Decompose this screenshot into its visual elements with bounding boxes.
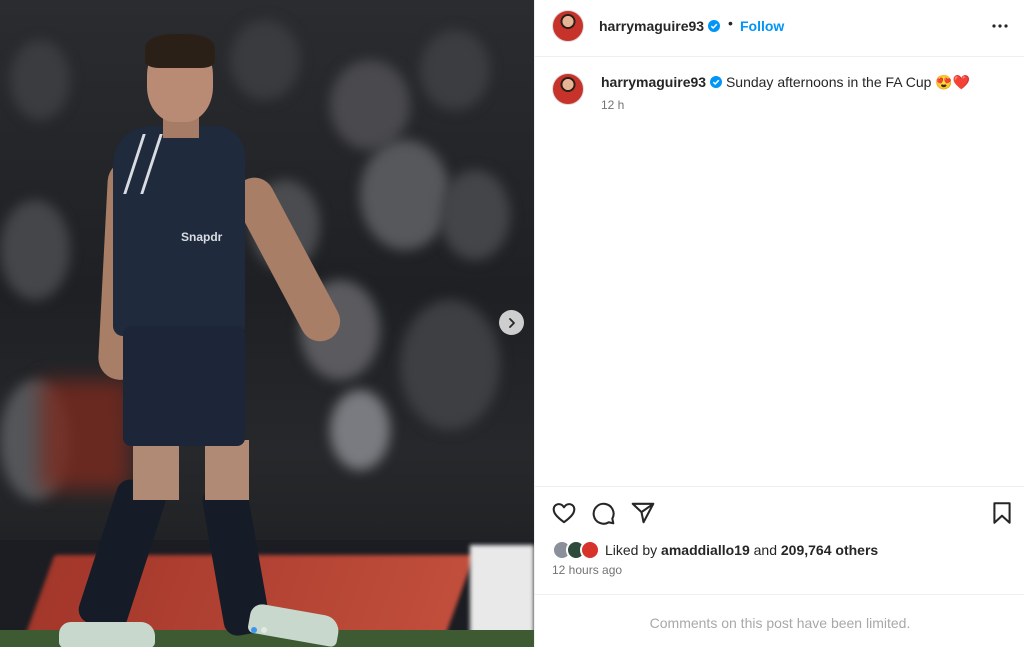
avatar[interactable] (552, 10, 584, 42)
liker-avatar[interactable] (580, 540, 600, 560)
caption-text: Sunday afternoons in the FA Cup 😍❤️ (725, 74, 971, 90)
caption-avatar[interactable] (552, 73, 584, 105)
comments-limited-notice: Comments on this post have been limited. (649, 615, 911, 631)
post-side-panel: harrymaguire93 • Follow harrymaguire93 S… (534, 0, 1024, 647)
verified-badge-icon (708, 20, 721, 32)
comments-area: Comments on this post have been limited. (535, 594, 1024, 647)
chevron-right-icon (508, 317, 515, 328)
heart-icon[interactable] (551, 500, 577, 526)
liked-by-prefix: Liked by (605, 542, 658, 558)
follow-button[interactable]: Follow (740, 18, 784, 34)
carousel-dot-1 (251, 627, 257, 633)
post-media[interactable]: Snapdr (0, 0, 534, 647)
bookmark-icon[interactable] (989, 500, 1015, 526)
paper-plane-icon[interactable] (630, 500, 656, 526)
next-image-button[interactable] (499, 310, 524, 335)
likes-summary: Liked by amaddiallo19 and 209,764 others (552, 540, 1012, 560)
shirt-sponsor: Snapdr (181, 230, 223, 244)
post-actions: Liked by amaddiallo19 and 209,764 others… (535, 486, 1024, 647)
verified-badge-icon (710, 76, 723, 88)
caption-username[interactable]: harrymaguire93 (601, 74, 706, 90)
liked-by-text: Liked by amaddiallo19 and 209,764 others (605, 542, 878, 558)
player-figure: Snapdr (55, 30, 348, 647)
liked-by-user[interactable]: amaddiallo19 (661, 542, 750, 558)
username-text[interactable]: harrymaguire93 (599, 18, 704, 34)
comment-icon[interactable] (590, 500, 616, 526)
carousel-dot-2 (261, 627, 267, 633)
more-horizontal-icon[interactable] (990, 16, 1010, 36)
post-header: harrymaguire93 • Follow (535, 0, 1024, 57)
likes-count[interactable]: 209,764 others (781, 542, 878, 558)
separator-dot: • (728, 15, 733, 31)
advertising-board-white (470, 545, 534, 635)
carousel-indicator (251, 627, 267, 633)
post-timestamp[interactable]: 12 hours ago (552, 563, 622, 577)
caption-line: harrymaguire93 Sunday afternoons in the … (601, 74, 970, 91)
liked-by-and: and (753, 542, 777, 558)
header-username[interactable]: harrymaguire93 (599, 18, 721, 34)
caption-timestamp[interactable]: 12 h (601, 98, 624, 112)
